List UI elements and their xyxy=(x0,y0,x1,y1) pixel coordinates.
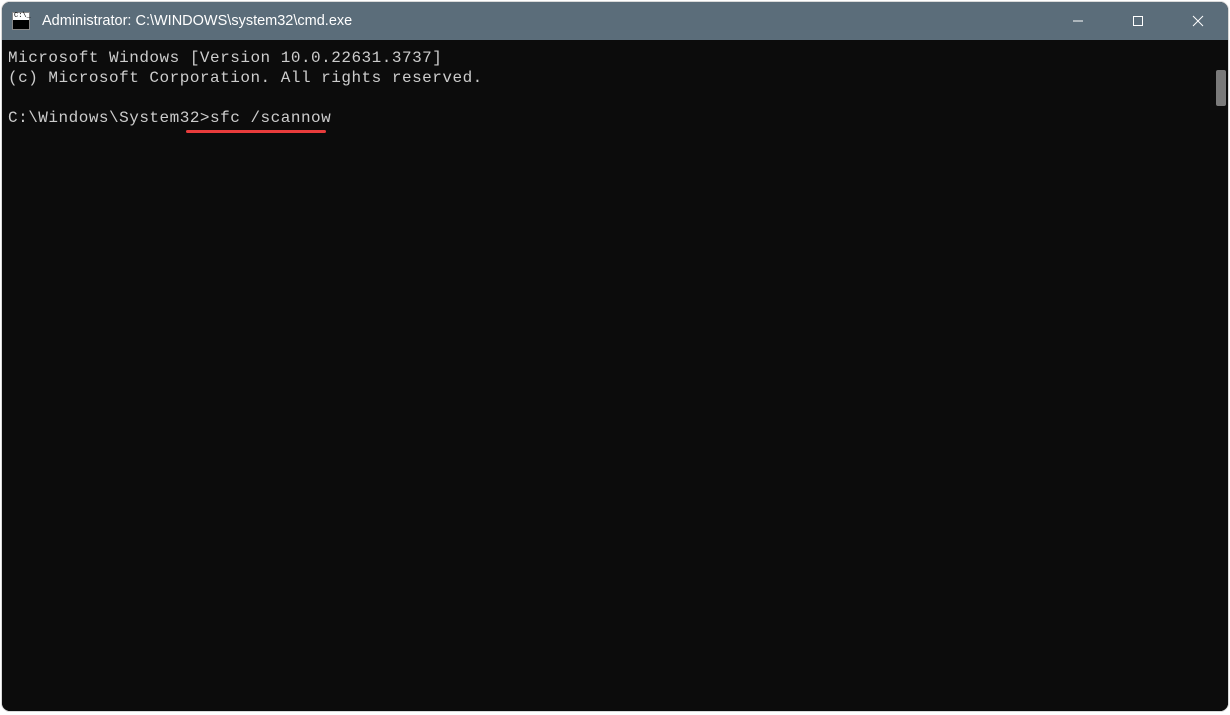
title-bar[interactable]: Administrator: C:\WINDOWS\system32\cmd.e… xyxy=(2,2,1228,40)
scrollbar-thumb[interactable] xyxy=(1216,70,1226,106)
close-button[interactable] xyxy=(1168,2,1228,40)
terminal-body: Microsoft Windows [Version 10.0.22631.37… xyxy=(2,40,1228,711)
underline-annotation xyxy=(186,130,326,133)
close-icon xyxy=(1192,15,1204,27)
terminal-command: sfc /scannow xyxy=(210,109,331,127)
terminal-line-copyright: (c) Microsoft Corporation. All rights re… xyxy=(8,69,483,87)
terminal-content[interactable]: Microsoft Windows [Version 10.0.22631.37… xyxy=(2,40,1212,711)
maximize-button[interactable] xyxy=(1108,2,1168,40)
terminal-prompt-line: C:\Windows\System32>sfc /scannow xyxy=(8,108,331,128)
vertical-scrollbar[interactable] xyxy=(1212,40,1228,711)
window-title: Administrator: C:\WINDOWS\system32\cmd.e… xyxy=(42,13,352,29)
minimize-icon xyxy=(1072,15,1084,27)
cmd-icon xyxy=(12,12,30,30)
minimize-button[interactable] xyxy=(1048,2,1108,40)
terminal-line-version: Microsoft Windows [Version 10.0.22631.37… xyxy=(8,49,442,67)
window-controls xyxy=(1048,2,1228,40)
maximize-icon xyxy=(1132,15,1144,27)
terminal-prompt: C:\Windows\System32> xyxy=(8,109,210,127)
cmd-window: Administrator: C:\WINDOWS\system32\cmd.e… xyxy=(2,2,1228,711)
